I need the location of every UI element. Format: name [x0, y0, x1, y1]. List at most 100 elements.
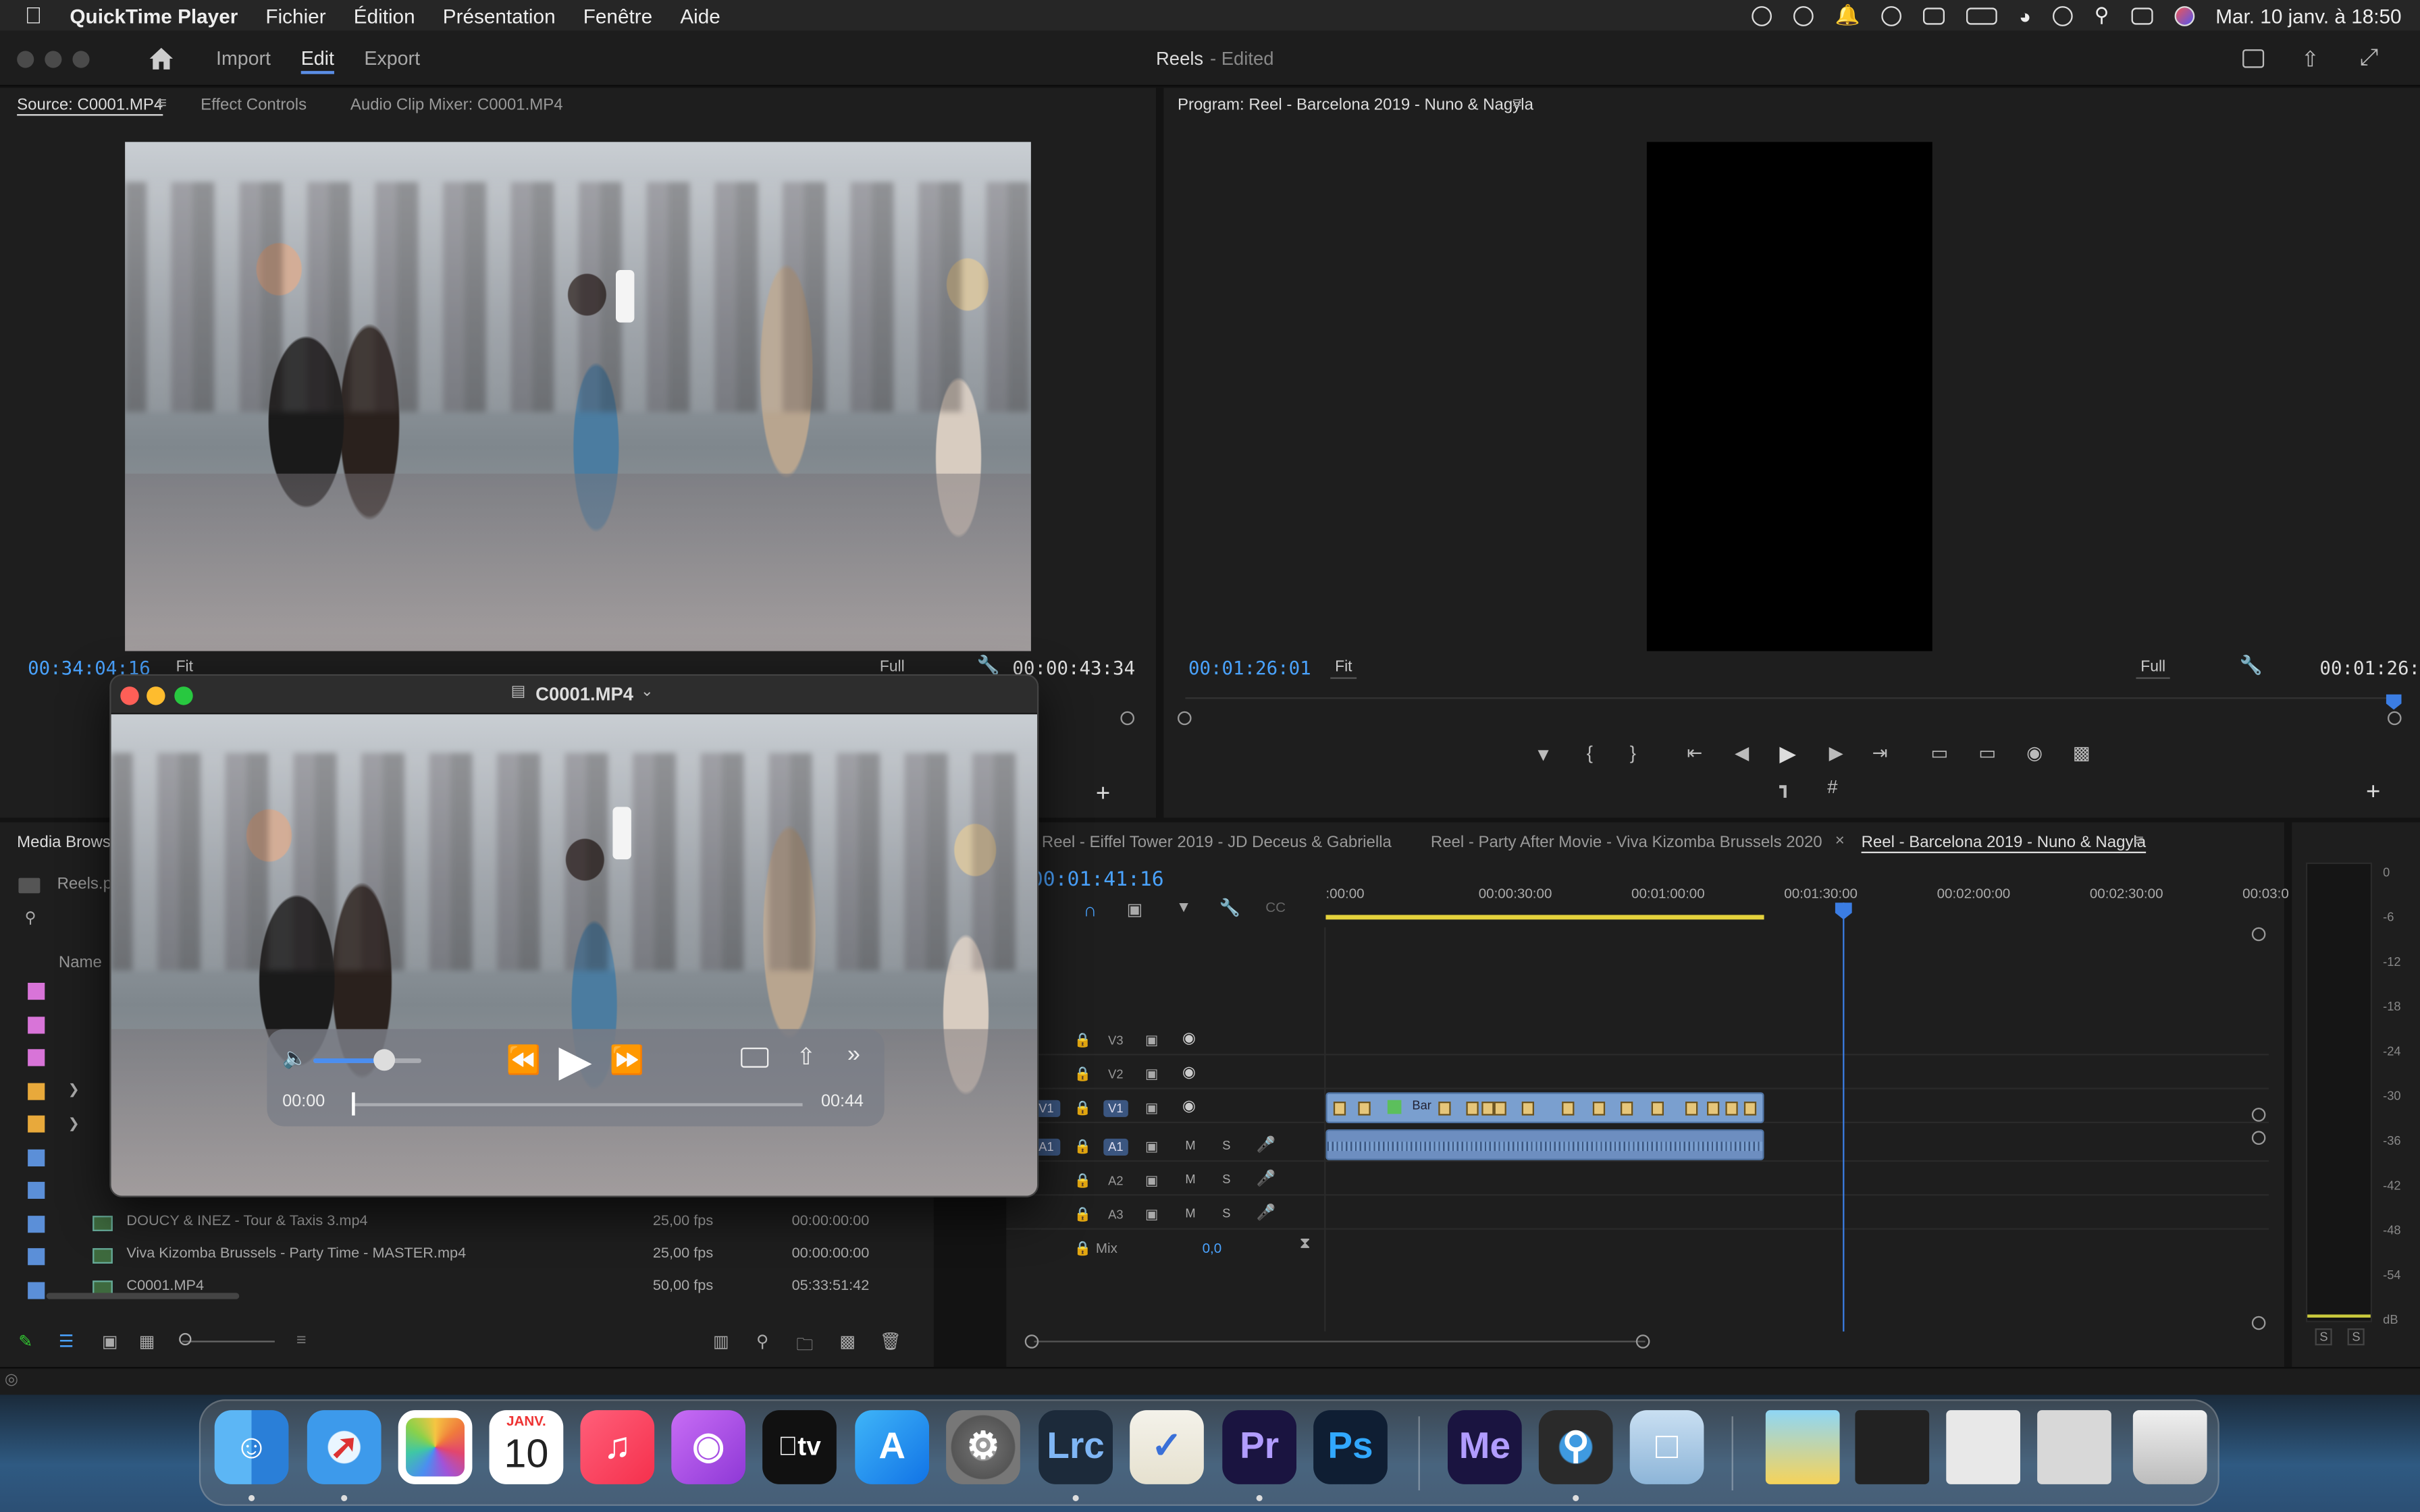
clip-marker[interactable]: [1651, 1102, 1664, 1116]
automate-to-sequence-icon[interactable]: ▥: [713, 1332, 729, 1351]
more-chevrons-icon[interactable]: »: [847, 1042, 860, 1068]
source-scrub-end-handle[interactable]: [1120, 711, 1135, 726]
timeline-vscroll-handle[interactable]: [2251, 927, 2266, 942]
tab-import[interactable]: Import: [216, 48, 271, 70]
quicktime-player-icon[interactable]: ⚲: [1538, 1410, 1613, 1484]
timeline-menu-icon[interactable]: ≡: [2134, 832, 2144, 850]
finder-icon[interactable]: ☺: [214, 1410, 289, 1484]
microphone-icon[interactable]: 🎤: [1257, 1137, 1275, 1154]
trash-icon[interactable]: 🗑: [880, 1332, 901, 1351]
program-panel-menu-icon[interactable]: ≡: [1512, 94, 1522, 112]
tab-source[interactable]: Source: C0001.MP4: [17, 96, 163, 114]
podcasts-icon[interactable]: ◉: [671, 1410, 745, 1484]
notes-icon[interactable]: ✓: [1130, 1410, 1204, 1484]
menu-window[interactable]: Fenêtre: [583, 4, 652, 27]
qt-scrubber-playhead[interactable]: [352, 1092, 355, 1116]
label-color-swatch[interactable]: [28, 1215, 45, 1233]
label-color-swatch[interactable]: [28, 1049, 45, 1066]
track-lock-icon[interactable]: 🔒: [1074, 1139, 1092, 1156]
window-minimize-button[interactable]: [45, 51, 62, 68]
time-machine-icon[interactable]: [2053, 5, 2073, 26]
track-lock-icon[interactable]: 🔒: [1074, 1032, 1092, 1049]
mark-out-icon[interactable]: }: [1630, 742, 1636, 763]
notification-bell-icon[interactable]: 🔔: [1835, 3, 1860, 28]
fullscreen-icon[interactable]: ⤢: [2360, 45, 2378, 71]
program-title[interactable]: Program: Reel - Barcelona 2019 - Nuno & …: [1178, 96, 1533, 114]
label-color-swatch[interactable]: [28, 1082, 45, 1100]
system-settings-icon[interactable]: ⚙: [946, 1410, 1020, 1484]
mix-value[interactable]: 0,0: [1203, 1241, 1222, 1256]
clip-marker[interactable]: [1621, 1102, 1633, 1116]
clip-marker[interactable]: [1521, 1102, 1534, 1116]
project-search-icon[interactable]: ⚲: [25, 911, 36, 927]
new-item-icon[interactable]: ▩: [839, 1332, 856, 1351]
music-icon[interactable]: ♫: [580, 1410, 655, 1484]
volume-slider-knob[interactable]: [373, 1049, 396, 1071]
icon-view-icon[interactable]: ▣: [102, 1332, 118, 1351]
timeline-vscroll-handle[interactable]: [2251, 1131, 2266, 1145]
snap-magnet-icon[interactable]: ∩: [1084, 900, 1097, 921]
clip-marker[interactable]: [1707, 1102, 1720, 1116]
mute-button[interactable]: M: [1185, 1139, 1195, 1153]
wifi-icon[interactable]: ◕: [2019, 4, 2031, 27]
step-back-icon[interactable]: ◀: [1735, 742, 1749, 763]
solo-button[interactable]: S: [1222, 1206, 1230, 1220]
source-add-button-icon[interactable]: +: [1096, 781, 1110, 809]
track-target-a2[interactable]: A2: [1103, 1172, 1128, 1189]
microphone-icon[interactable]: 🎤: [1257, 1171, 1275, 1188]
premiere-pro-icon[interactable]: Pr: [1222, 1410, 1297, 1484]
program-zoom-dropdown[interactable]: Fit: [1330, 657, 1357, 679]
extract-icon[interactable]: ▭: [1978, 742, 1996, 763]
window-zoom-button[interactable]: [72, 51, 90, 68]
label-color-swatch[interactable]: [28, 1181, 45, 1199]
app-store-icon[interactable]: A: [855, 1410, 930, 1484]
tab-effect-controls[interactable]: Effect Controls: [201, 96, 307, 114]
battery-icon[interactable]: [1966, 7, 1998, 24]
pencil-icon[interactable]: ✎: [18, 1332, 32, 1351]
sync-lock-icon[interactable]: ▣: [1145, 1172, 1158, 1189]
program-play-button[interactable]: ▶: [1779, 740, 1796, 767]
window-close-button[interactable]: [17, 51, 34, 68]
home-icon[interactable]: [148, 47, 174, 72]
find-icon[interactable]: ⚲: [756, 1332, 768, 1351]
clip-marker[interactable]: [1481, 1102, 1494, 1116]
volume-slider-track[interactable]: [313, 1058, 421, 1063]
label-color-swatch[interactable]: [28, 983, 45, 1000]
track-lock-icon[interactable]: 🔒: [1074, 1172, 1092, 1189]
track-lock-icon[interactable]: 🔒: [1074, 1100, 1092, 1117]
label-color-swatch[interactable]: [28, 1248, 45, 1266]
timeline-zoom-end-handle[interactable]: [1635, 1334, 1650, 1349]
fast-forward-icon[interactable]: ⏩: [610, 1044, 644, 1077]
rewind-icon[interactable]: ⏪: [506, 1044, 541, 1077]
preview-icon[interactable]: □: [1629, 1410, 1704, 1484]
clip-marker[interactable]: [1333, 1102, 1346, 1116]
solo-button[interactable]: S: [1222, 1139, 1230, 1153]
menu-view[interactable]: Présentation: [443, 4, 556, 27]
sync-lock-icon[interactable]: ▣: [1145, 1139, 1158, 1156]
qt-close-button[interactable]: [120, 686, 139, 705]
zoom-slider-handle[interactable]: [179, 1332, 192, 1346]
mix-lock-icon[interactable]: 🔒: [1074, 1241, 1092, 1258]
program-time-ruler[interactable]: [1185, 697, 2399, 716]
add-marker-icon[interactable]: ▼: [1534, 744, 1552, 765]
recent-document-thumbnail[interactable]: [1855, 1410, 1930, 1484]
qt-play-button[interactable]: ▶: [558, 1035, 591, 1086]
siri-icon[interactable]: [2174, 5, 2194, 26]
workspaces-icon[interactable]: [2242, 49, 2265, 68]
clip-marker[interactable]: [1725, 1102, 1738, 1116]
track-lock-icon[interactable]: 🔒: [1074, 1206, 1092, 1223]
add-marker-icon[interactable]: ▼: [1176, 900, 1192, 917]
eye-icon[interactable]: ◉: [1182, 1031, 1196, 1048]
audio-clip-a1[interactable]: [1325, 1129, 1764, 1160]
photos-icon[interactable]: [398, 1410, 473, 1484]
clip-marker[interactable]: [1466, 1102, 1479, 1116]
sync-icon[interactable]: [1793, 5, 1814, 26]
program-scrub-end-handle[interactable]: [2388, 711, 2402, 726]
sync-lock-icon[interactable]: ▣: [1145, 1066, 1158, 1083]
freeform-view-icon[interactable]: ▦: [139, 1332, 155, 1351]
grid-icon[interactable]: #: [1827, 776, 1837, 798]
sync-lock-icon[interactable]: ▣: [1145, 1100, 1158, 1117]
folder-stack-icon[interactable]: [2037, 1410, 2111, 1484]
screenshot-thumbnail[interactable]: [1946, 1410, 2021, 1484]
tab-media-browser[interactable]: Media Browse: [17, 833, 120, 851]
